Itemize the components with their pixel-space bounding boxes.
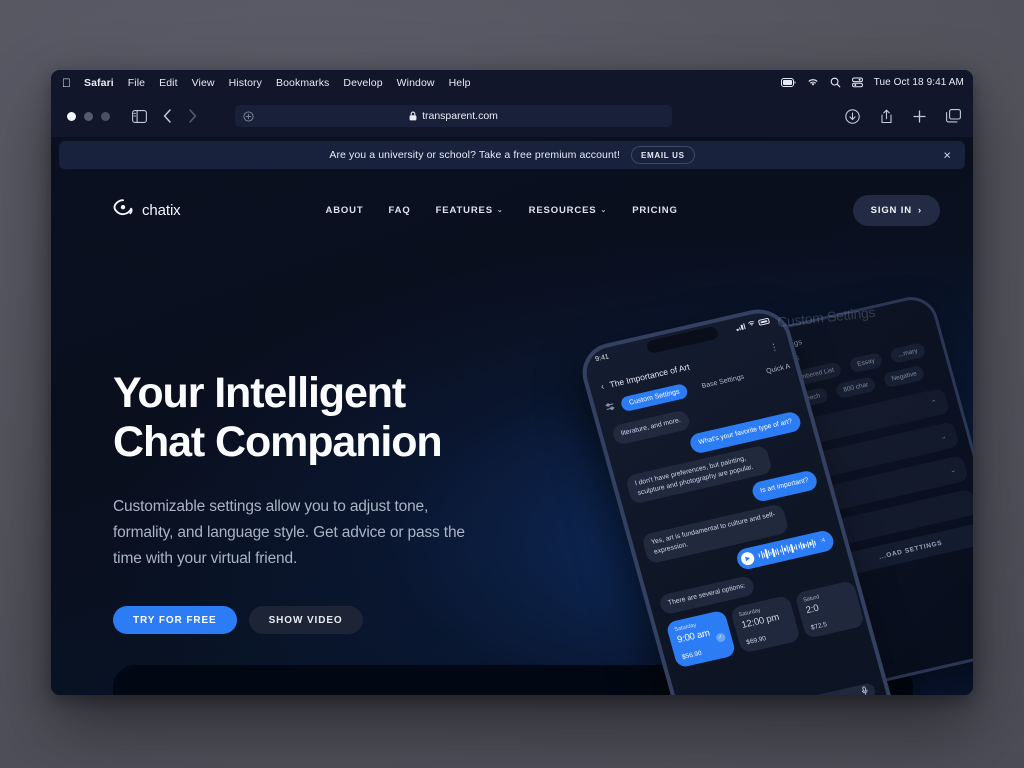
menu-item-window[interactable]: Window [397, 77, 435, 89]
sliders-icon[interactable] [604, 401, 616, 414]
chevron-down-icon: ⌄ [949, 466, 957, 475]
booking-card[interactable]: Saturday 12:00 pm $69.90 [729, 594, 801, 654]
chevron-up-icon: ⌃ [930, 399, 939, 408]
search-icon[interactable] [830, 77, 841, 88]
page-title: Your Intelligent Chat Companion [113, 369, 533, 466]
minimize-button[interactable] [84, 111, 93, 121]
close-button[interactable] [67, 111, 76, 121]
battery-icon[interactable] [780, 78, 796, 87]
menu-item-help[interactable]: Help [449, 77, 471, 89]
phone-status-time: 9:41 [594, 353, 610, 364]
menu-item-develop[interactable]: Develop [343, 77, 382, 89]
microphone-icon[interactable] [861, 686, 870, 695]
tab-overview-icon[interactable] [946, 109, 961, 123]
browser-window:  Safari File Edit View History Bookmark… [51, 70, 973, 695]
nav-item-about-label: ABOUT [325, 204, 364, 216]
chevron-down-icon: ⌄ [496, 207, 504, 214]
menu-item-file[interactable]: File [128, 77, 145, 89]
chat-bubble-incoming: I don't have preferences, but painting, … [624, 444, 773, 505]
toolbar-right-icons [845, 108, 961, 124]
chevron-down-icon: ⌄ [939, 433, 948, 442]
menu-item-history[interactable]: History [229, 77, 262, 89]
wifi-icon [747, 320, 757, 329]
nav-item-features-label: FEATURES [435, 204, 493, 216]
menu-item-view[interactable]: View [192, 77, 215, 89]
check-icon: ✓ [715, 631, 727, 643]
site-logo[interactable]: chatix [113, 199, 181, 221]
nav-item-pricing-label: PRICING [632, 204, 678, 216]
sign-in-label: SIGN IN [870, 204, 912, 216]
promo-banner: Are you a university or school? Take a f… [59, 141, 965, 169]
nav-item-features[interactable]: FEATURES ⌄ [436, 205, 504, 216]
control-center-icon[interactable] [851, 77, 863, 88]
site-header: chatix ABOUT FAQ FEATURES ⌄ RESOURCES ⌄ [51, 183, 973, 237]
new-tab-icon[interactable] [913, 109, 926, 123]
hero-title-line1: Your Intelligent [113, 369, 406, 417]
chat-bubble-incoming: literature, and more. [610, 409, 692, 446]
email-us-button[interactable]: EMAIL US [630, 146, 695, 164]
downloads-icon[interactable] [845, 108, 860, 124]
booking-card-price: $72.5 [810, 620, 828, 632]
wifi-icon[interactable] [807, 78, 819, 87]
window-controls [67, 111, 110, 121]
nav-item-pricing[interactable]: PRICING [632, 205, 678, 216]
lock-icon [409, 111, 417, 121]
nav-item-resources-label: RESOURCES [528, 204, 597, 216]
address-bar-url-wrap: transparent.com [235, 110, 672, 122]
show-video-button[interactable]: SHOW VIDEO [248, 606, 363, 635]
main-navigation: ABOUT FAQ FEATURES ⌄ RESOURCES ⌄ PRICING [326, 205, 708, 216]
voice-message-duration: :4 [819, 537, 827, 545]
phone-status-icons [735, 317, 771, 332]
more-options-icon[interactable]: ⋮ [768, 341, 780, 354]
menubar-status-area: Tue Oct 18 9:41 AM [780, 77, 964, 88]
zoom-button[interactable] [101, 111, 110, 121]
address-bar-url[interactable]: transparent.com [422, 110, 498, 122]
nav-item-faq[interactable]: FAQ [389, 205, 411, 216]
settings-chip[interactable]: Negative [882, 364, 926, 389]
hero-title-line2: Chat Companion [113, 417, 443, 466]
nav-item-resources[interactable]: RESOURCES ⌄ [529, 205, 608, 216]
menu-item-safari[interactable]: Safari [84, 77, 114, 89]
site-logo-text: chatix [142, 201, 181, 219]
booking-card-price: $69.90 [745, 634, 767, 647]
close-icon[interactable]: × [943, 149, 951, 162]
address-bar[interactable]: transparent.com [235, 105, 672, 127]
nav-item-faq-label: FAQ [388, 204, 411, 216]
booking-card-selected[interactable]: Saturday 9:00 am $56.90 ✓ [665, 609, 737, 669]
nav-item-about[interactable]: ABOUT [326, 205, 364, 216]
hero-button-group: TRY FOR FREE SHOW VIDEO [113, 606, 533, 635]
menubar-clock[interactable]: Tue Oct 18 9:41 AM [874, 77, 964, 88]
waveform-icon [758, 538, 818, 562]
booking-card[interactable]: Saturd 2:0 $72.5 [794, 579, 866, 639]
settings-chip[interactable]: 800 char [834, 375, 878, 400]
chevron-right-icon: › [917, 204, 922, 216]
forward-arrow-icon[interactable] [188, 109, 197, 123]
play-icon[interactable]: ▶ [739, 550, 756, 567]
booking-card-price: $56.90 [681, 649, 703, 661]
browser-toolbar: transparent.com [51, 95, 973, 137]
settings-chip[interactable]: Essay [848, 351, 884, 374]
settings-chip[interactable]: ...mary [889, 342, 927, 365]
apple-logo-icon[interactable]:  [62, 77, 71, 89]
macos-menubar:  Safari File Edit View History Bookmark… [51, 70, 973, 95]
menu-item-bookmarks[interactable]: Bookmarks [276, 77, 329, 89]
web-page: Are you a university or school? Take a f… [51, 137, 973, 695]
back-arrow-icon[interactable]: ‹ [600, 381, 606, 391]
chatix-eye-logo-icon [113, 199, 134, 221]
share-icon[interactable] [880, 109, 893, 124]
hero-subtitle: Customizable settings allow you to adjus… [113, 498, 465, 568]
back-arrow-icon[interactable] [163, 109, 172, 123]
toolbar-left-icons [132, 109, 197, 123]
hero-section: Your Intelligent Chat Companion Customiz… [113, 369, 533, 635]
battery-icon [757, 317, 771, 326]
sidebar-icon[interactable] [132, 109, 147, 123]
try-for-free-button[interactable]: TRY FOR FREE [113, 606, 237, 635]
promo-banner-text: Are you a university or school? Take a f… [329, 149, 620, 161]
chevron-down-icon: ⌄ [600, 207, 608, 214]
phone-mockups: Custom Settings ...ttings PUTS Numbered … [575, 257, 973, 695]
menu-item-edit[interactable]: Edit [159, 77, 178, 89]
signal-icon [735, 323, 746, 332]
sign-in-button[interactable]: SIGN IN › [852, 194, 940, 226]
